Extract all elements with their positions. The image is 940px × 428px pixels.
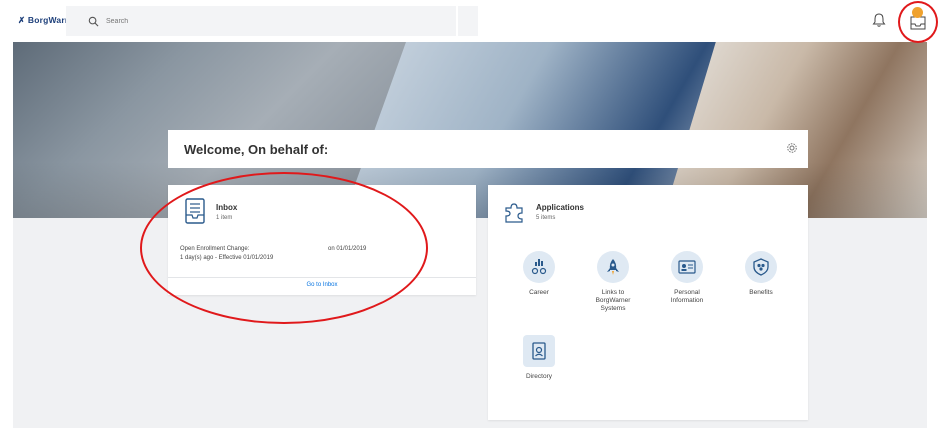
inbox-card: Inbox 1 item Open Enrollment Change: on … [168,185,476,295]
puzzle-icon [505,203,523,223]
app-name: Links to BorgWarner Systems [595,289,631,312]
card-divider [168,277,476,278]
task-subtitle: 1 day(s) ago - Effective 01/01/2019 [180,255,274,261]
welcome-banner: Welcome, On behalf of: [168,130,808,168]
inbox-label[interactable]: Inbox [216,203,237,212]
search-bar[interactable] [66,6,456,36]
top-bar: ✗ BorgWarner [0,0,940,42]
app-name: Career [529,289,549,296]
task-title[interactable]: Open Enrollment Change: [180,246,249,252]
rocket-icon [597,251,629,283]
task-date: on 01/01/2019 [328,246,367,252]
applications-count: 5 items [536,215,556,221]
inbox-tray-icon [185,198,205,224]
inbox-count: 1 item [216,215,233,221]
gear-icon[interactable] [786,142,798,154]
applications-label[interactable]: Applications [536,203,584,212]
id-card-icon [671,251,703,283]
directory-icon [523,335,555,367]
app-benefits[interactable]: Benefits [726,251,796,297]
applications-card: Applications 5 items Career Links to Bor… [488,185,808,420]
app-name: Benefits [749,289,773,296]
logo-glyph-icon: ✗ [18,15,28,25]
app-career[interactable]: Career [504,251,574,297]
shield-icon [745,251,777,283]
bell-icon[interactable] [872,12,886,28]
app-personal-information[interactable]: Personal Information [652,251,722,305]
career-icon [523,251,555,283]
welcome-title: Welcome, On behalf of: [184,142,329,157]
search-bar-end [458,6,478,36]
app-links-to-borgwarner-systems[interactable]: Links to BorgWarner Systems [578,251,648,313]
go-to-inbox-link[interactable]: Go to Inbox [168,282,476,288]
app-name: Personal Information [670,289,704,304]
app-directory[interactable]: Directory [504,335,574,381]
app-name: Directory [525,373,552,380]
notification-badge [912,7,923,18]
search-input[interactable] [104,16,408,26]
search-icon [88,16,99,26]
